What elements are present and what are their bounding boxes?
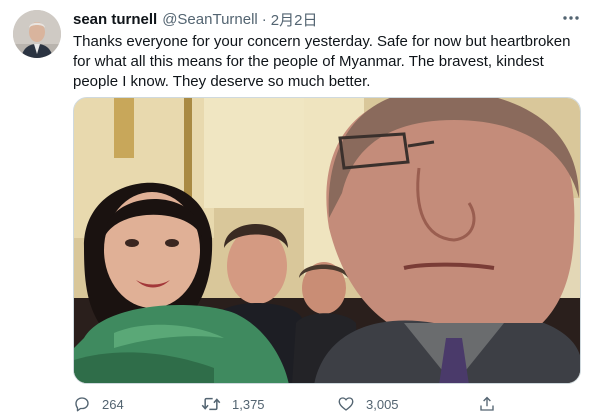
more-options-button[interactable] bbox=[560, 9, 582, 27]
separator-dot: · bbox=[261, 10, 267, 28]
tweet-photo[interactable] bbox=[73, 97, 581, 384]
photo-image bbox=[74, 98, 580, 383]
retweet-button[interactable]: 1,375 bbox=[201, 394, 265, 414]
heart-icon bbox=[338, 397, 354, 411]
author-handle[interactable]: @SeanTurnell bbox=[162, 11, 258, 28]
like-button[interactable]: 3,005 bbox=[337, 394, 399, 414]
tweet-date[interactable]: 2月2日 bbox=[271, 9, 318, 30]
like-count: 3,005 bbox=[366, 396, 399, 412]
author-name[interactable]: sean turnell bbox=[73, 11, 157, 28]
avatar[interactable] bbox=[13, 10, 61, 58]
share-button[interactable] bbox=[478, 394, 496, 414]
reply-button[interactable]: 264 bbox=[73, 394, 124, 414]
share-icon bbox=[480, 396, 494, 411]
tweet-text: Thanks everyone for your concern yesterd… bbox=[73, 33, 571, 90]
more-horizontal-icon bbox=[563, 16, 579, 20]
reply-icon bbox=[75, 397, 89, 412]
reply-count: 264 bbox=[102, 396, 124, 412]
tweet-card[interactable]: sean turnell @SeanTurnell · 2月2日 Thanks … bbox=[0, 0, 597, 420]
tweet-actions: 264 1,375 3,005 bbox=[73, 394, 503, 414]
retweet-count: 1,375 bbox=[232, 396, 265, 412]
avatar-photo bbox=[13, 10, 61, 58]
retweet-icon bbox=[201, 397, 221, 411]
tweet-header: sean turnell @SeanTurnell · 2月2日 bbox=[73, 9, 317, 29]
